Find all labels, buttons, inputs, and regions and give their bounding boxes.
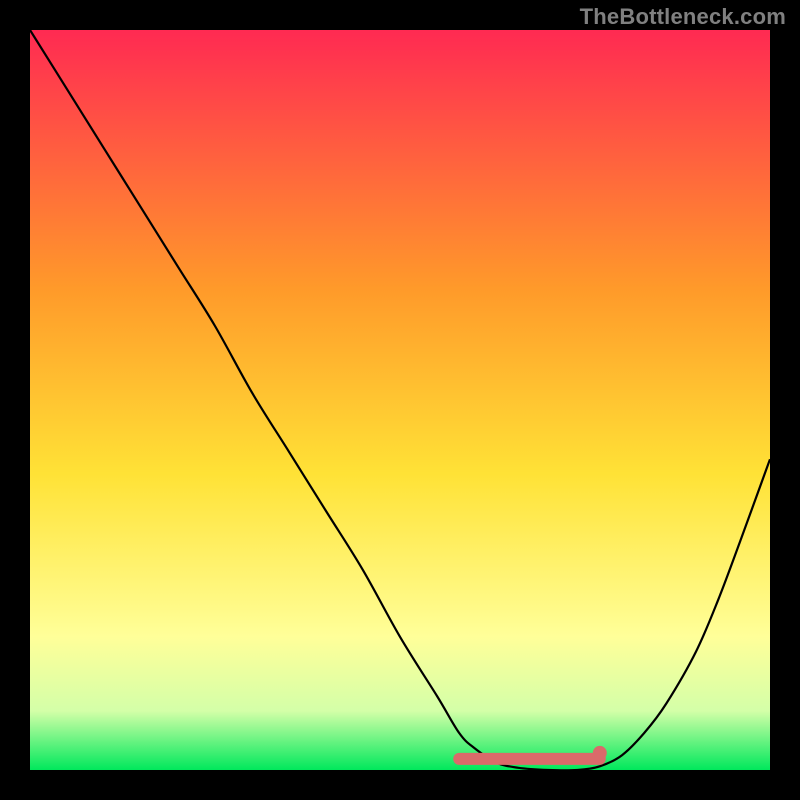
optimal-range-marker: [30, 30, 770, 770]
watermark-text: TheBottleneck.com: [580, 4, 786, 30]
chart-frame: TheBottleneck.com: [0, 0, 800, 800]
plot-area: [30, 30, 770, 770]
